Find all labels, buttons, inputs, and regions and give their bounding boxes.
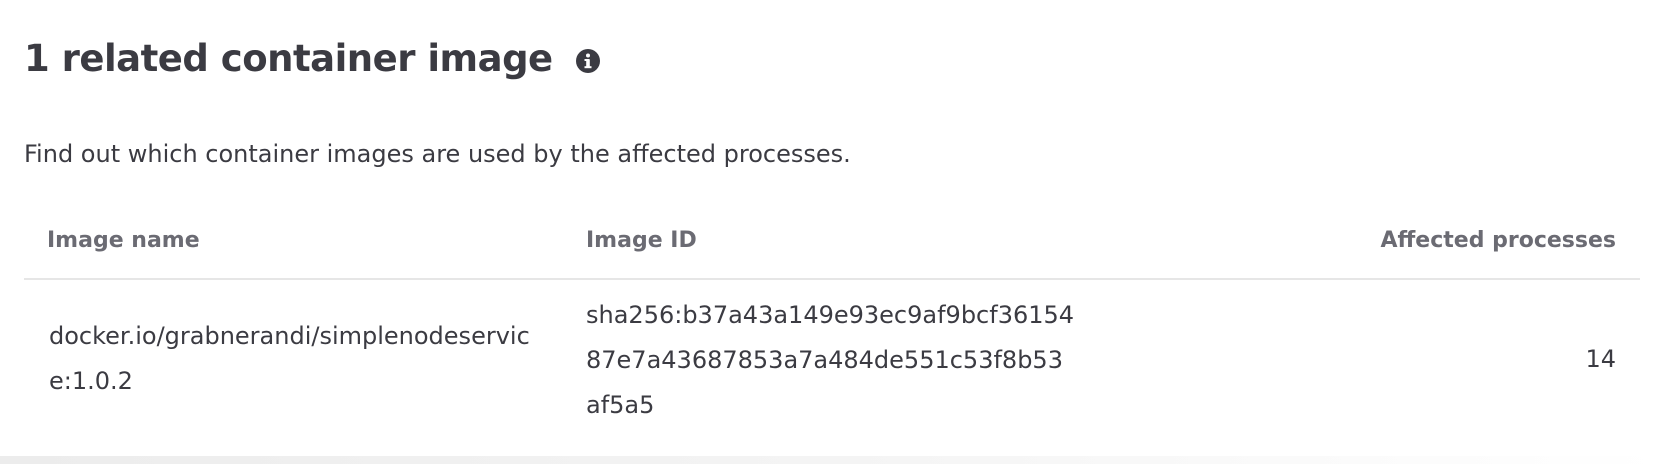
section-description: Find out which container images are used… — [24, 140, 851, 168]
affected-processes-cell: 14 — [1585, 345, 1616, 373]
image-name-cell: docker.io/grabnerandi/simplenodeservice:… — [49, 322, 530, 395]
container-images-table: Image name Image ID Affected processes d… — [24, 214, 1640, 440]
bottom-divider-shadow — [0, 456, 1664, 464]
info-icon[interactable] — [575, 48, 601, 74]
column-header-affected-processes[interactable]: Affected processes — [1380, 228, 1616, 253]
section-header: 1 related container image — [24, 28, 1664, 88]
table-header: Image name Image ID Affected processes — [24, 214, 1640, 280]
column-header-image-id[interactable]: Image ID — [586, 228, 697, 253]
section-title: 1 related container image — [24, 36, 553, 80]
table-row: docker.io/grabnerandi/simplenodeservice:… — [24, 280, 1640, 440]
column-header-image-name[interactable]: Image name — [47, 228, 200, 253]
image-id-cell: sha256:b37a43a149e93ec9af9bcf3615487e7a4… — [586, 301, 1075, 419]
